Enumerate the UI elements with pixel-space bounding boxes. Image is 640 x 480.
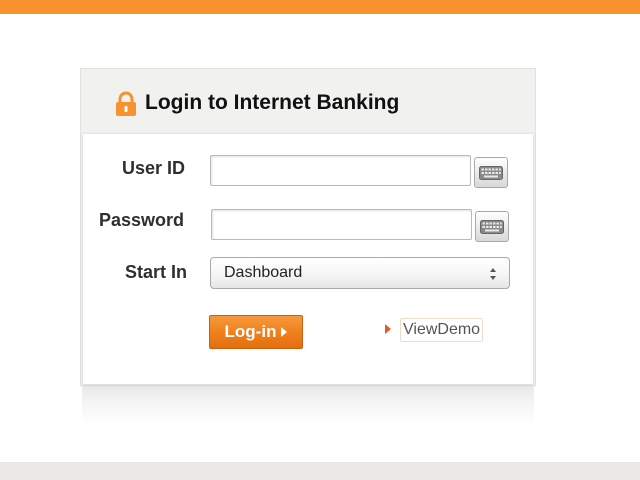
start-in-label: Start In (125, 262, 188, 282)
padlock-icon (116, 91, 136, 116)
keyboard-icon (480, 219, 504, 234)
keyboard-icon (479, 165, 503, 180)
play-arrow-icon (281, 327, 288, 337)
login-button[interactable]: Log-in (209, 315, 303, 349)
panel-title: Login to Internet Banking (145, 91, 400, 114)
top-accent-bar (0, 0, 640, 14)
start-in-select[interactable]: Dashboard (210, 257, 510, 289)
view-demo-link[interactable]: ViewDemo (400, 318, 484, 342)
select-updown-icon (490, 268, 496, 280)
login-button-label: Log-in (224, 322, 277, 341)
footer-bar (0, 462, 640, 480)
password-input[interactable] (211, 209, 472, 240)
login-panel-header: Login to Internet Banking (81, 69, 535, 133)
panel-shadow (82, 384, 534, 424)
user-id-label: User ID (122, 158, 186, 178)
password-label: Password (99, 210, 185, 230)
password-keyboard-button[interactable] (475, 211, 509, 242)
user-id-keyboard-button[interactable] (474, 157, 508, 188)
demo-arrow-icon (385, 324, 391, 334)
start-in-selected-value: Dashboard (224, 264, 303, 281)
user-id-input[interactable] (210, 155, 471, 186)
